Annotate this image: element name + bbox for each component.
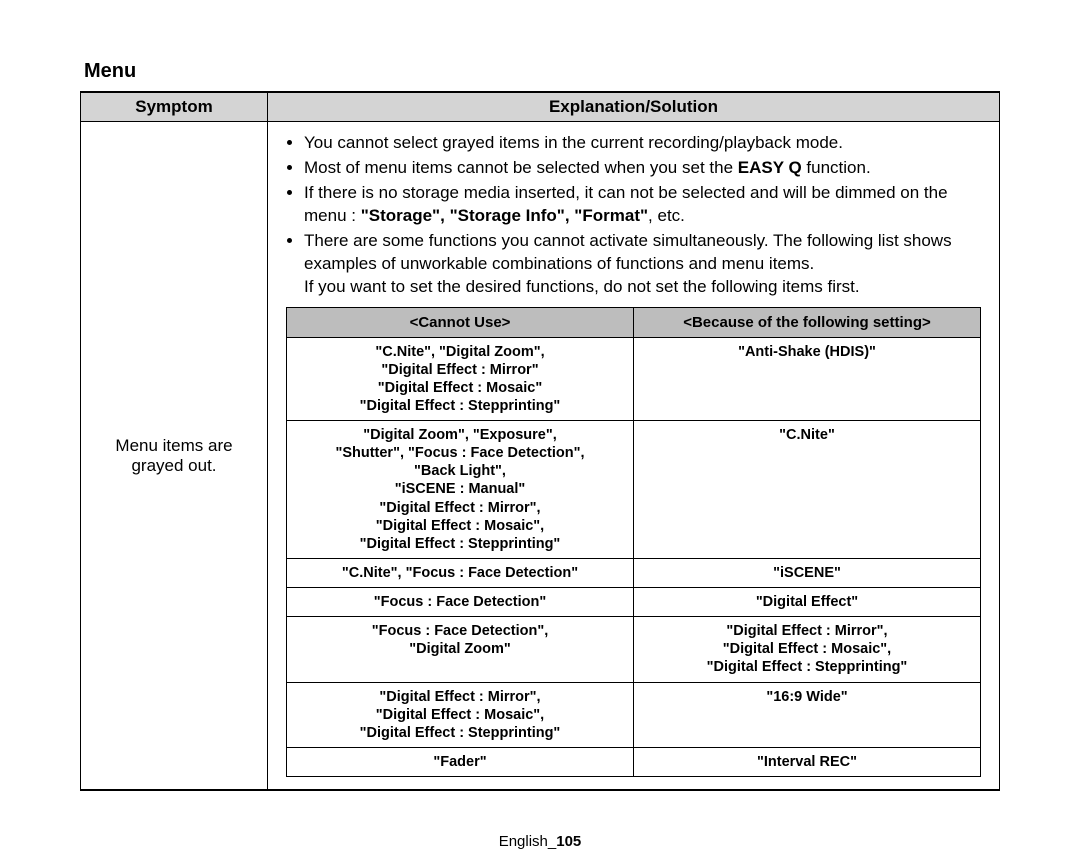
list-item: There are some functions you cannot acti… bbox=[304, 230, 991, 299]
conflict-table: <Cannot Use> <Because of the following s… bbox=[286, 307, 981, 778]
text: There are some functions you cannot acti… bbox=[304, 231, 952, 273]
page-footer: English_105 bbox=[0, 833, 1080, 850]
cell-because: "C.Nite" bbox=[634, 421, 981, 559]
table-row: "C.Nite", "Focus : Face Detection""iSCEN… bbox=[287, 558, 981, 587]
cell-cannot: "C.Nite", "Digital Zoom","Digital Effect… bbox=[287, 337, 634, 421]
col-explanation: Explanation/Solution bbox=[268, 92, 1000, 122]
text-bold: EASY Q bbox=[738, 158, 802, 177]
cell-because: "16:9 Wide" bbox=[634, 682, 981, 747]
table-row: Menu items are grayed out. You cannot se… bbox=[81, 122, 1000, 791]
list-item: If there is no storage media inserted, i… bbox=[304, 182, 991, 228]
inner-col-because: <Because of the following setting> bbox=[634, 307, 981, 337]
table-row: "Focus : Face Detection","Digital Zoom""… bbox=[287, 617, 981, 682]
explanation-cell: You cannot select grayed items in the cu… bbox=[268, 122, 1000, 791]
troubleshoot-table: Symptom Explanation/Solution Menu items … bbox=[80, 91, 1000, 791]
cell-because: "Anti-Shake (HDIS)" bbox=[634, 337, 981, 421]
cell-cannot: "Digital Effect : Mirror","Digital Effec… bbox=[287, 682, 634, 747]
list-item: You cannot select grayed items in the cu… bbox=[304, 132, 991, 155]
symptom-cell: Menu items are grayed out. bbox=[81, 122, 268, 791]
cell-cannot: "C.Nite", "Focus : Face Detection" bbox=[287, 558, 634, 587]
explanation-list: You cannot select grayed items in the cu… bbox=[276, 132, 991, 299]
cell-because: "Interval REC" bbox=[634, 747, 981, 776]
list-item: Most of menu items cannot be selected wh… bbox=[304, 157, 991, 180]
col-symptom: Symptom bbox=[81, 92, 268, 122]
text: Most of menu items cannot be selected wh… bbox=[304, 158, 738, 177]
cell-cannot: "Digital Zoom", "Exposure","Shutter", "F… bbox=[287, 421, 634, 559]
text: , etc. bbox=[648, 206, 685, 225]
cell-because: "Digital Effect : Mirror","Digital Effec… bbox=[634, 617, 981, 682]
text: If you want to set the desired functions… bbox=[304, 277, 860, 296]
section-title: Menu bbox=[84, 60, 1000, 83]
table-row: "Digital Effect : Mirror","Digital Effec… bbox=[287, 682, 981, 747]
table-row: "Focus : Face Detection""Digital Effect" bbox=[287, 588, 981, 617]
table-row: "Fader""Interval REC" bbox=[287, 747, 981, 776]
inner-col-cannot-use: <Cannot Use> bbox=[287, 307, 634, 337]
table-row: "C.Nite", "Digital Zoom","Digital Effect… bbox=[287, 337, 981, 421]
cell-cannot: "Focus : Face Detection" bbox=[287, 588, 634, 617]
cell-cannot: "Focus : Face Detection","Digital Zoom" bbox=[287, 617, 634, 682]
cell-because: "Digital Effect" bbox=[634, 588, 981, 617]
cell-because: "iSCENE" bbox=[634, 558, 981, 587]
footer-lang: English_ bbox=[499, 833, 557, 850]
page-number: 105 bbox=[556, 833, 581, 850]
text-bold: "Storage", "Storage Info", "Format" bbox=[361, 206, 648, 225]
table-row: "Digital Zoom", "Exposure","Shutter", "F… bbox=[287, 421, 981, 559]
cell-cannot: "Fader" bbox=[287, 747, 634, 776]
text: function. bbox=[802, 158, 871, 177]
